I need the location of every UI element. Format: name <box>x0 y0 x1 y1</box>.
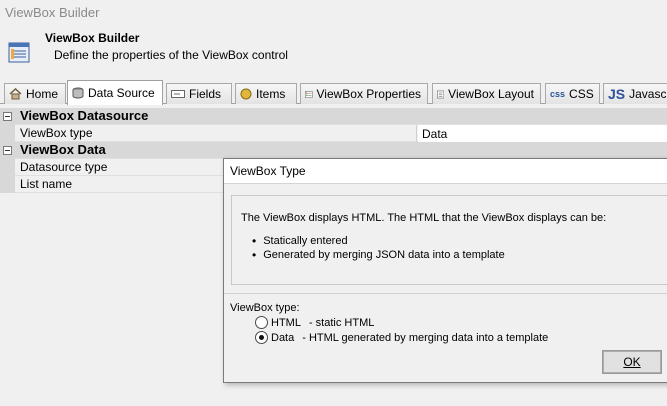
property-row-viewbox-type[interactable]: ViewBox type Data <box>0 125 667 142</box>
radio-label: HTML <box>271 316 301 329</box>
radio-label: Data <box>271 331 295 344</box>
radio-option-html[interactable]: HTML - static HTML <box>255 315 374 330</box>
tab-label: ViewBox Layout <box>448 87 534 101</box>
tab-label: Home <box>26 87 59 101</box>
radio-description: - HTML generated by merging data into a … <box>302 331 549 344</box>
viewbox-type-dialog: ViewBox Type The ViewBox displays HTML. … <box>223 158 667 383</box>
dialog-title: ViewBox Type <box>230 164 306 178</box>
section-viewbox-data[interactable]: ViewBox Data <box>0 142 667 159</box>
property-label: Datasource type <box>20 160 108 174</box>
css-icon: css <box>550 89 566 99</box>
collapse-icon[interactable] <box>3 112 12 121</box>
js-icon: JS <box>608 86 626 102</box>
property-label: ViewBox type <box>20 126 93 140</box>
tab-javascript[interactable]: JS Javascri <box>603 83 667 104</box>
database-icon <box>72 87 84 99</box>
info-box: The ViewBox displays HTML. The HTML that… <box>231 195 667 285</box>
layout-icon <box>437 90 445 98</box>
info-text: The ViewBox displays HTML. The HTML that… <box>241 212 607 224</box>
section-title: ViewBox Datasource <box>20 108 149 123</box>
property-value[interactable]: Data <box>418 125 667 142</box>
radio-option-data[interactable]: Data - HTML generated by merging data in… <box>255 330 548 345</box>
ok-button-label: OK <box>623 355 641 369</box>
tab-label: Data Source <box>88 86 155 100</box>
tab-viewbox-properties[interactable]: ViewBox Properties <box>300 83 428 104</box>
tab-label: ViewBox Properties <box>316 87 422 101</box>
tab-label: Javascri <box>629 87 667 101</box>
coin-icon <box>240 88 252 100</box>
tab-label: Fields <box>189 87 222 101</box>
header-subtitle: Define the properties of the ViewBox con… <box>54 48 288 62</box>
tab-css[interactable]: css CSS <box>545 83 600 104</box>
tab-home[interactable]: Home <box>4 83 66 104</box>
tab-items[interactable]: Items <box>235 83 297 104</box>
tab-viewbox-layout[interactable]: ViewBox Layout <box>432 83 541 104</box>
list-item: Statically entered <box>252 234 505 248</box>
divider <box>224 293 667 294</box>
field-icon <box>171 90 185 98</box>
radio-button-data[interactable] <box>255 331 268 344</box>
tab-strip: Home Data Source Fields Items ViewBox Pr… <box>0 80 667 105</box>
radio-button-html[interactable] <box>255 316 268 329</box>
home-icon <box>9 88 22 100</box>
tab-label: Items <box>256 87 286 101</box>
ok-button[interactable]: OK <box>602 350 662 374</box>
collapse-icon[interactable] <box>3 146 12 155</box>
tab-data-source[interactable]: Data Source <box>67 80 163 105</box>
table-icon <box>8 42 30 63</box>
tab-fields[interactable]: Fields <box>166 83 232 104</box>
section-viewbox-datasource[interactable]: ViewBox Datasource <box>0 108 667 125</box>
list-item: Generated by merging JSON data into a te… <box>252 248 505 262</box>
header-title: ViewBox Builder <box>45 31 140 45</box>
properties-icon <box>305 90 313 98</box>
type-label: ViewBox type: <box>230 302 300 314</box>
property-label: List name <box>20 177 73 191</box>
section-title: ViewBox Data <box>20 142 106 157</box>
tab-label: CSS <box>569 87 594 101</box>
window-title: ViewBox Builder <box>5 5 100 20</box>
radio-description: - static HTML <box>308 316 375 329</box>
bullet-list: Statically entered Generated by merging … <box>252 234 505 262</box>
